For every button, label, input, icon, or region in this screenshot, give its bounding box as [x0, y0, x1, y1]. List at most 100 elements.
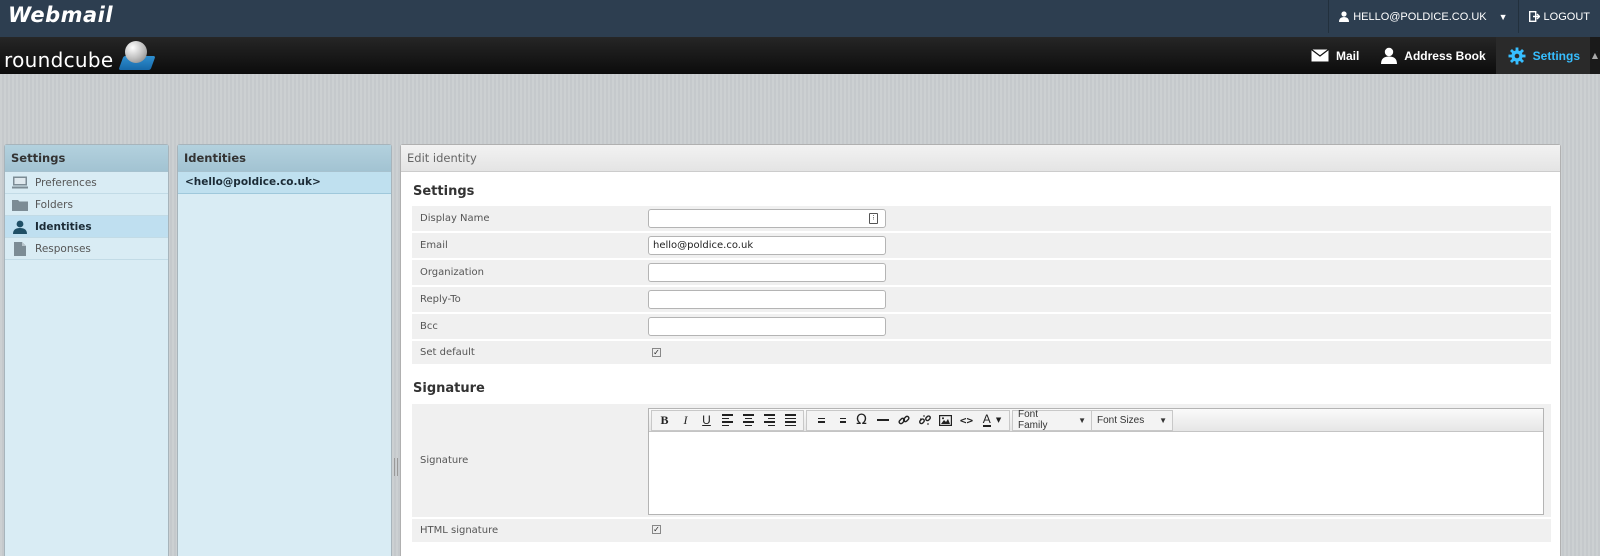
chevron-down-icon: ▼: [1078, 415, 1086, 425]
settings-item-responses[interactable]: Responses: [5, 238, 168, 260]
special-character-button[interactable]: Ω: [851, 411, 872, 430]
cube-icon: [115, 40, 157, 74]
font-sizes-label: Font Sizes: [1097, 414, 1145, 426]
unlink-icon: [918, 415, 931, 425]
gear-icon: [1508, 47, 1526, 64]
nav-settings-label: Settings: [1532, 48, 1580, 63]
indent-button[interactable]: [830, 411, 851, 430]
user-menu-button[interactable]: HELLO@POLDICE.CO.UK ▼: [1329, 0, 1517, 33]
link-icon: [897, 415, 910, 425]
bold-button[interactable]: B: [654, 411, 675, 430]
display-name-row: Display Name ⁝: [412, 206, 1551, 231]
font-family-select[interactable]: Font Family ▼: [1013, 409, 1092, 431]
html-signature-checkbox[interactable]: ✓: [652, 525, 661, 534]
chevron-down-icon: ▼: [995, 416, 1002, 424]
email-input[interactable]: [648, 236, 886, 255]
contact-card-icon[interactable]: ⁝: [869, 213, 878, 224]
bcc-input[interactable]: [648, 317, 886, 336]
roundcube-logo: roundcube: [4, 40, 157, 74]
horizontal-rule-icon: [876, 419, 889, 421]
signature-row: Signature B I U Ω <> A ▼ Font Family ▼ F…: [412, 404, 1551, 517]
set-default-row: Set default ✓: [412, 341, 1551, 364]
settings-item-folders[interactable]: Folders: [5, 194, 168, 216]
organization-input[interactable]: [648, 263, 886, 282]
align-left-button[interactable]: [717, 411, 738, 430]
header-bar: roundcube Mail Address Book Settings ▲: [0, 37, 1600, 74]
settings-section-title: Settings: [413, 184, 475, 199]
align-left-icon: [722, 414, 733, 426]
font-sizes-select[interactable]: Font Sizes ▼: [1092, 411, 1172, 430]
nav-address-book[interactable]: Address Book: [1369, 37, 1495, 74]
html-signature-row: HTML signature ✓: [412, 519, 1551, 542]
signature-section-title: Signature: [413, 381, 485, 396]
signature-label: Signature: [420, 455, 469, 466]
settings-item-label: Identities: [35, 220, 92, 233]
horizontal-rule-button[interactable]: [872, 411, 893, 430]
display-name-label: Display Name: [420, 213, 490, 224]
nav-address-book-label: Address Book: [1404, 48, 1486, 63]
outdent-button[interactable]: [809, 411, 830, 430]
person-icon: [12, 220, 28, 234]
edit-identity-title: Edit identity: [401, 145, 1560, 172]
text-color-icon: A: [982, 411, 991, 427]
settings-panel: Settings Preferences Folders Identities …: [4, 144, 169, 556]
underline-button[interactable]: U: [696, 411, 717, 430]
html-signature-label: HTML signature: [420, 525, 499, 536]
insert-link-button[interactable]: [893, 411, 914, 430]
settings-item-label: Preferences: [35, 176, 97, 189]
settings-item-preferences[interactable]: Preferences: [5, 172, 168, 194]
nav-settings[interactable]: Settings: [1495, 37, 1590, 74]
settings-item-identities[interactable]: Identities: [5, 216, 168, 238]
indent-icon: [835, 414, 846, 426]
settings-item-label: Folders: [35, 198, 73, 211]
top-right-controls: HELLO@POLDICE.CO.UK ▼ LOGOUT: [1328, 0, 1600, 33]
user-icon: [1339, 11, 1350, 22]
identities-panel-title: Identities: [178, 145, 391, 172]
italic-button[interactable]: I: [675, 411, 696, 430]
insert-image-button[interactable]: [935, 411, 956, 430]
display-name-input[interactable]: [648, 209, 886, 228]
reply-to-label: Reply-To: [420, 294, 461, 305]
nav-mail-label: Mail: [1335, 48, 1360, 63]
organization-row: Organization: [412, 260, 1551, 285]
chevron-down-icon: ▼: [1159, 415, 1167, 425]
user-email: HELLO@POLDICE.CO.UK: [1353, 10, 1487, 23]
align-justify-button[interactable]: [780, 411, 801, 430]
settings-item-label: Responses: [35, 242, 91, 255]
toolbar-group-insert: Ω <> A ▼: [806, 409, 1010, 431]
reply-to-row: Reply-To: [412, 287, 1551, 312]
organization-label: Organization: [420, 267, 484, 278]
remove-link-button[interactable]: [914, 411, 935, 430]
image-icon: [939, 414, 952, 426]
source-code-button[interactable]: <>: [956, 411, 977, 430]
set-default-checkbox[interactable]: ✓: [652, 348, 661, 357]
font-family-label: Font Family: [1018, 409, 1048, 431]
align-center-button[interactable]: [738, 411, 759, 430]
outdent-icon: [814, 414, 825, 426]
text-color-button[interactable]: A ▼: [977, 411, 1007, 430]
logout-button[interactable]: LOGOUT: [1519, 0, 1600, 33]
email-row: Email: [412, 233, 1551, 258]
align-center-icon: [743, 414, 754, 426]
collapse-header-icon[interactable]: ▲: [1590, 37, 1600, 74]
envelope-icon: [1311, 49, 1329, 62]
signature-editor: B I U Ω <> A ▼ Font Family ▼ Font Sizes …: [648, 408, 1544, 515]
identities-panel: Identities <hello@poldice.co.uk>: [177, 144, 392, 556]
monitor-icon: [12, 176, 28, 190]
logo-text: roundcube: [4, 48, 114, 72]
main-nav: Mail Address Book Settings: [1299, 37, 1590, 74]
bcc-row: Bcc: [412, 314, 1551, 339]
align-right-button[interactable]: [759, 411, 780, 430]
reply-to-input[interactable]: [648, 290, 886, 309]
brand-logo: Webmail: [8, 3, 114, 27]
signature-textarea[interactable]: [649, 432, 1543, 514]
identity-list-item[interactable]: <hello@poldice.co.uk>: [178, 172, 391, 194]
nav-mail[interactable]: Mail: [1299, 37, 1369, 74]
settings-panel-title: Settings: [5, 145, 168, 172]
panel-splitter[interactable]: [394, 458, 398, 476]
folder-icon: [12, 198, 28, 212]
logout-icon: [1528, 11, 1540, 22]
set-default-label: Set default: [420, 347, 475, 358]
document-icon: [12, 241, 28, 256]
toolbar-group-format: B I U: [651, 409, 804, 431]
